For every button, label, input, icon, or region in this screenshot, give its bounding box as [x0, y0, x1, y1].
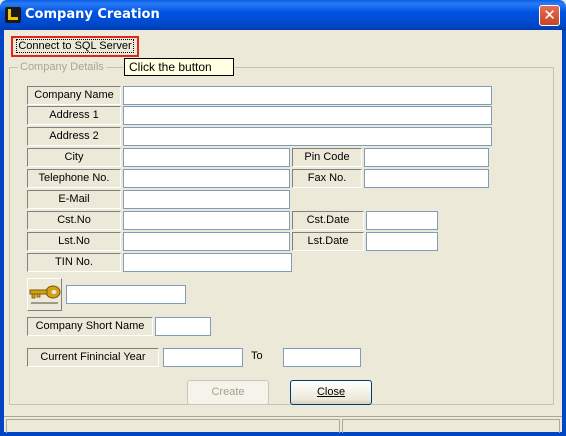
- email-label: E-Mail: [27, 190, 121, 209]
- company-name-input[interactable]: [123, 86, 492, 105]
- pin-code-label: Pin Code: [292, 148, 362, 167]
- window-title: Company Creation: [25, 7, 160, 22]
- lst-date-input[interactable]: [366, 232, 438, 251]
- fin-year-from-input[interactable]: [163, 348, 243, 367]
- email-input[interactable]: [123, 190, 290, 209]
- lst-no-input[interactable]: [123, 232, 290, 251]
- connect-sql-button[interactable]: Connect to SQL Server: [11, 36, 139, 57]
- address1-label: Address 1: [27, 106, 121, 125]
- create-button[interactable]: Create: [187, 380, 269, 405]
- close-button[interactable]: Close: [290, 380, 372, 405]
- fin-year-to-label: To: [251, 350, 263, 362]
- status-bar: [4, 416, 562, 433]
- tooltip: Click the button: [124, 58, 234, 76]
- cst-date-input[interactable]: [366, 211, 438, 230]
- tin-no-label: TIN No.: [27, 253, 121, 272]
- pin-code-input[interactable]: [364, 148, 489, 167]
- tin-no-input[interactable]: [123, 253, 292, 272]
- city-input[interactable]: [123, 148, 290, 167]
- telephone-input[interactable]: [123, 169, 290, 188]
- cst-no-input[interactable]: [123, 211, 290, 230]
- cst-no-label: Cst.No: [27, 211, 121, 230]
- telephone-label: Telephone No.: [27, 169, 121, 188]
- fax-input[interactable]: [364, 169, 489, 188]
- company-details-legend: Company Details: [18, 61, 106, 73]
- fin-year-label: Current Finincial Year: [27, 348, 159, 367]
- close-icon[interactable]: ✕: [539, 5, 560, 26]
- status-panel-1: [6, 419, 340, 433]
- company-name-label: Company Name: [27, 86, 121, 105]
- city-label: City: [27, 148, 121, 167]
- short-name-label: Company Short Name: [27, 317, 153, 336]
- lst-date-label: Lst.Date: [292, 232, 364, 251]
- address2-input[interactable]: [123, 127, 492, 146]
- fin-year-to-input[interactable]: [283, 348, 361, 367]
- close-button-label: Close: [316, 386, 346, 398]
- connect-sql-label: Connect to SQL Server: [16, 39, 134, 53]
- status-panel-2: [342, 419, 560, 433]
- cst-date-label: Cst.Date: [292, 211, 364, 230]
- key-icon[interactable]: [27, 278, 62, 311]
- app-icon: [5, 7, 21, 23]
- address1-input[interactable]: [123, 106, 492, 125]
- address2-label: Address 2: [27, 127, 121, 146]
- short-name-input[interactable]: [155, 317, 211, 336]
- lst-no-label: Lst.No: [27, 232, 121, 251]
- fax-label: Fax No.: [292, 169, 362, 188]
- key-input[interactable]: [66, 285, 186, 304]
- title-bar: Company Creation ✕: [0, 0, 566, 30]
